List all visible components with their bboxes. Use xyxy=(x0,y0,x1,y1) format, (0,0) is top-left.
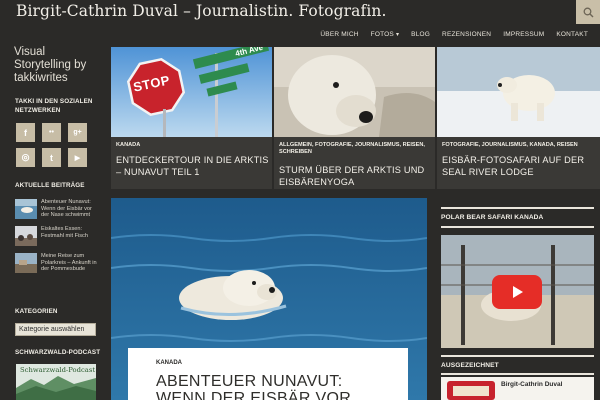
site-title[interactable]: Birgit-Cathrin Duval – Journalistin. Fot… xyxy=(16,2,387,20)
award-banner[interactable]: Birgit-Cathrin Duval xyxy=(441,377,594,400)
social-heading: Takki in den sozialen Netzwerken xyxy=(15,98,93,114)
search-button[interactable] xyxy=(576,0,600,24)
video-widget-heading: Polar Bear Safari Kanada xyxy=(441,214,544,221)
google-plus-icon[interactable]: g+ xyxy=(68,123,87,142)
recent-post[interactable]: Meine Reise zum Polarkreis – Ankunft in … xyxy=(15,253,99,273)
facebook-icon[interactable]: f xyxy=(16,123,35,142)
nav-item-blog[interactable]: Blog xyxy=(405,31,436,38)
post-thumbnail xyxy=(15,253,37,273)
post-thumbnail xyxy=(15,199,37,219)
featured-post-caption: Kanada Abenteuer Nunavut: Wenn der Eisbä… xyxy=(128,348,408,400)
recent-post-title: Meine Reise zum Polarkreis – Ankunft in … xyxy=(41,253,97,273)
nav-item-impressum[interactable]: Impressum xyxy=(497,31,550,38)
recent-posts: Abenteuer Nunavut: Wenn der Eisbär vor d… xyxy=(15,199,99,280)
social-links: f •• g+ ◎ t ▶ xyxy=(16,123,92,167)
video-embed[interactable] xyxy=(441,235,594,348)
widget-divider xyxy=(441,373,594,375)
post-card[interactable]: Allgemein, Fotografie, Journalismus, Rei… xyxy=(274,47,435,189)
post-title[interactable]: Entdeckertour in die Arktis – Nunavut Te… xyxy=(116,155,269,178)
award-name: Birgit-Cathrin Duval xyxy=(501,381,563,388)
site-tagline: Visual Storytelling by takkiwrites xyxy=(14,46,87,84)
post-card[interactable]: Fotografie, Journalismus, Kanada, Reisen… xyxy=(437,47,600,189)
youtube-icon[interactable]: ▶ xyxy=(68,148,87,167)
post-card[interactable]: 4th Ave STOP Kanada Entdeckertour in die… xyxy=(111,47,272,189)
twitter-icon[interactable]: t xyxy=(42,148,61,167)
featured-post-category[interactable]: Kanada xyxy=(156,360,182,366)
play-button[interactable] xyxy=(492,275,542,309)
award-widget-heading: Ausgezeichnet xyxy=(441,362,499,369)
categories-heading: Kategorien xyxy=(15,308,58,315)
featured-post-title[interactable]: Abenteuer Nunavut: Wenn der Eisbär vor xyxy=(156,373,396,400)
recent-post-title: Abenteuer Nunavut: Wenn der Eisbär vor d… xyxy=(41,199,92,219)
podcast-banner[interactable]: Schwarzwald-Podcast xyxy=(16,364,96,400)
post-title[interactable]: Eisbär-Fotosafari auf der Seal River Lod… xyxy=(442,155,597,178)
podcast-heading: Schwarzwald-Podcast xyxy=(15,349,101,356)
nav-item-rezensionen[interactable]: Rezensionen xyxy=(436,31,497,38)
category-select[interactable]: Kategorie auswählen xyxy=(15,323,96,336)
recent-post-title: Eiskaltes Essen: Festmahl mit Fisch xyxy=(41,226,88,239)
nav-item-ueber-mich[interactable]: Über mich xyxy=(314,31,364,38)
recent-posts-heading: Aktuelle Beiträge xyxy=(15,182,85,189)
nav-item-label: Fotos xyxy=(370,31,394,38)
post-categories[interactable]: Allgemein, Fotografie, Journalismus, Rei… xyxy=(279,142,432,156)
nav-item-fotos[interactable]: Fotos ▾ xyxy=(365,31,406,38)
widget-divider xyxy=(441,226,594,228)
page: Birgit-Cathrin Duval – Journalistin. Fot… xyxy=(0,0,600,400)
play-icon xyxy=(513,286,523,298)
widget-divider xyxy=(441,207,594,209)
search-icon xyxy=(583,7,593,17)
recent-post[interactable]: Abenteuer Nunavut: Wenn der Eisbär vor d… xyxy=(15,199,99,219)
post-title[interactable]: Sturm über der Arktis und Eisbärenyoga xyxy=(279,165,432,188)
instagram-icon[interactable]: ◎ xyxy=(16,148,35,167)
post-image-polar-bear-walking xyxy=(437,47,600,137)
podcast-title: Schwarzwald-Podcast xyxy=(20,366,96,374)
post-categories[interactable]: Kanada xyxy=(116,142,269,149)
caret-down-icon: ▾ xyxy=(395,32,400,38)
post-thumbnail xyxy=(15,226,37,246)
flickr-icon[interactable]: •• xyxy=(42,123,61,142)
main-nav: Über mich Fotos ▾ Blog Rezensionen Impres… xyxy=(314,31,594,38)
recent-post[interactable]: Eiskaltes Essen: Festmahl mit Fisch xyxy=(15,226,99,246)
post-categories[interactable]: Fotografie, Journalismus, Kanada, Reisen xyxy=(442,142,597,149)
widget-divider xyxy=(441,355,594,357)
post-image-polar-bear-closeup xyxy=(274,47,435,137)
nav-item-kontakt[interactable]: Kontakt xyxy=(550,31,594,38)
